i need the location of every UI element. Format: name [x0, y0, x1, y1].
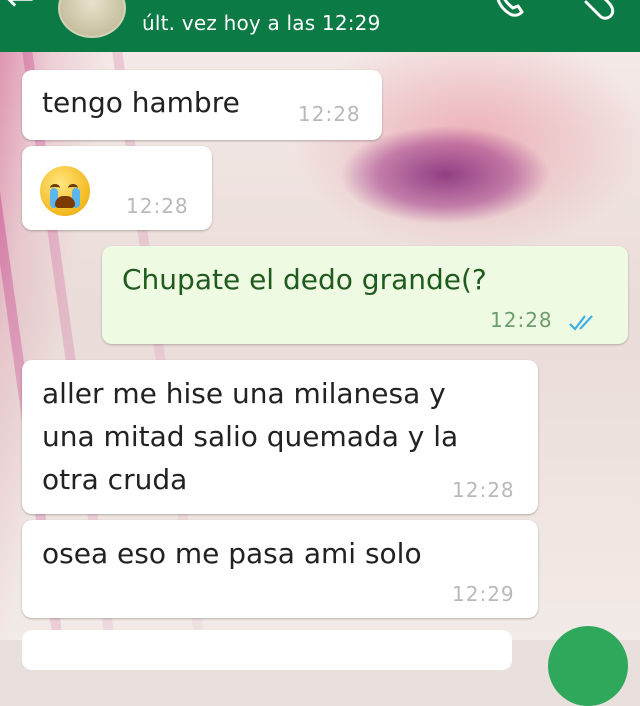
paperclip-icon[interactable] [580, 0, 618, 22]
message-text: osea eso me pasa ami solo [42, 537, 422, 570]
message-incoming-partial[interactable] [22, 630, 512, 670]
message-outgoing[interactable]: Chupate el dedo grande(? 12:28 [102, 246, 628, 344]
phone-icon[interactable] [492, 0, 528, 20]
crying-face-emoji [40, 166, 90, 216]
chat-header: ← últ. vez hoy a las 12:29 [0, 0, 640, 52]
scroll-down-button[interactable] [548, 626, 628, 706]
message-text: Chupate el dedo grande(? [122, 263, 487, 296]
back-arrow-icon[interactable]: ← [6, 0, 35, 16]
message-text-line: aller me hise una milanesa y [42, 377, 446, 410]
message-text-line: otra cruda [42, 463, 188, 496]
message-text: tengo hambre [42, 86, 240, 119]
message-incoming[interactable]: aller me hise una milanesa y una mitad s… [22, 360, 538, 514]
last-seen-status: últ. vez hoy a las 12:29 [142, 11, 381, 35]
message-time: 12:28 [452, 478, 515, 502]
message-time: 12:28 [490, 308, 553, 332]
read-receipt-icon [569, 315, 593, 331]
message-incoming[interactable]: osea eso me pasa ami solo 12:29 [22, 520, 538, 618]
message-incoming[interactable]: 12:28 [22, 146, 212, 230]
message-time: 12:28 [126, 194, 189, 218]
message-text-line: una mitad salio quemada y la [42, 420, 459, 453]
message-incoming[interactable]: tengo hambre 12:28 [22, 70, 382, 140]
avatar[interactable] [58, 0, 126, 38]
message-time: 12:29 [452, 582, 515, 606]
message-time: 12:28 [298, 102, 361, 126]
